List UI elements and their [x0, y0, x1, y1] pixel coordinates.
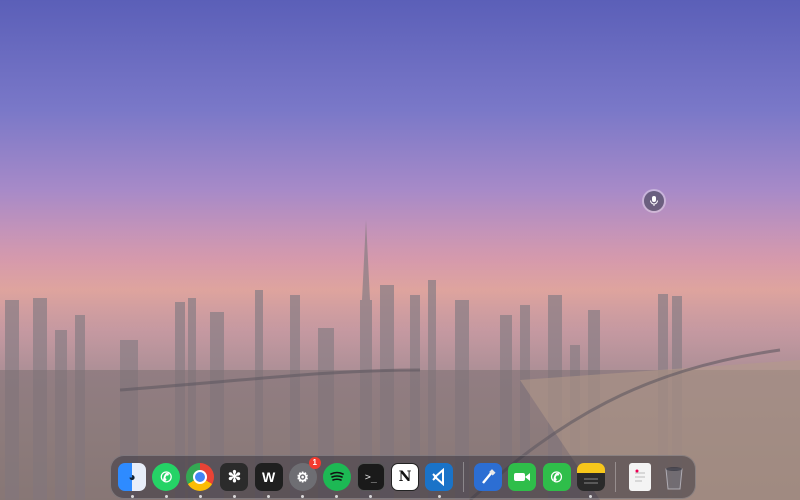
trash-icon: [660, 463, 688, 491]
notification-badge: 1: [308, 457, 321, 469]
dock-item-finder[interactable]: ◕: [117, 461, 147, 498]
document-icon: [628, 463, 651, 491]
dock-item-notion[interactable]: N: [390, 461, 420, 493]
chatgpt-icon: ✻: [220, 463, 249, 491]
dock-item-terminal[interactable]: >_: [356, 461, 386, 498]
notion-icon: N: [391, 463, 420, 491]
facetime-icon: [508, 463, 537, 491]
dock-item-wispr[interactable]: W: [254, 461, 284, 498]
dock-item-chatgpt[interactable]: ✻: [219, 461, 249, 498]
dock-item-document[interactable]: [625, 461, 655, 493]
finder-icon: ◕: [118, 463, 147, 491]
running-indicator: [130, 495, 134, 498]
running-indicator: [369, 495, 373, 498]
dock-item-notes[interactable]: [576, 461, 606, 498]
running-indicator: [198, 495, 202, 498]
running-indicator: [164, 495, 168, 498]
hammer-icon: [474, 463, 503, 491]
running-indicator: [267, 495, 271, 498]
running-indicator: [335, 495, 339, 498]
running-indicator: [301, 495, 305, 498]
dictation-indicator[interactable]: [644, 191, 664, 211]
spotify-icon: [322, 463, 351, 491]
dock-item-system-settings[interactable]: ⚙ 1: [288, 457, 321, 498]
dock-item-whatsapp[interactable]: ✆: [151, 461, 181, 498]
whatsapp-icon: ✆: [152, 463, 181, 491]
dock-item-trash[interactable]: [659, 461, 689, 493]
dock-item-phone[interactable]: ✆: [541, 461, 571, 493]
dock-item-xcode[interactable]: [473, 461, 503, 493]
dock-item-spotify[interactable]: [322, 461, 352, 498]
dock-item-chrome[interactable]: [185, 461, 215, 498]
running-indicator: [589, 495, 593, 498]
dock: ◕ ✆ ✻ W ⚙ 1 >_ N ✆: [110, 455, 696, 499]
dock-item-vscode[interactable]: [424, 461, 454, 498]
vscode-icon: [425, 463, 454, 491]
w-icon: W: [254, 463, 283, 491]
phone-icon: ✆: [542, 463, 571, 491]
dock-separator: [614, 462, 616, 492]
running-indicator: [232, 495, 236, 498]
notes-icon: [576, 463, 605, 491]
chrome-icon: [186, 463, 215, 491]
dock-separator: [463, 462, 465, 492]
microphone-icon: [650, 196, 658, 206]
terminal-icon: >_: [356, 463, 385, 491]
dock-item-facetime[interactable]: [507, 461, 537, 493]
running-indicator: [437, 495, 441, 498]
